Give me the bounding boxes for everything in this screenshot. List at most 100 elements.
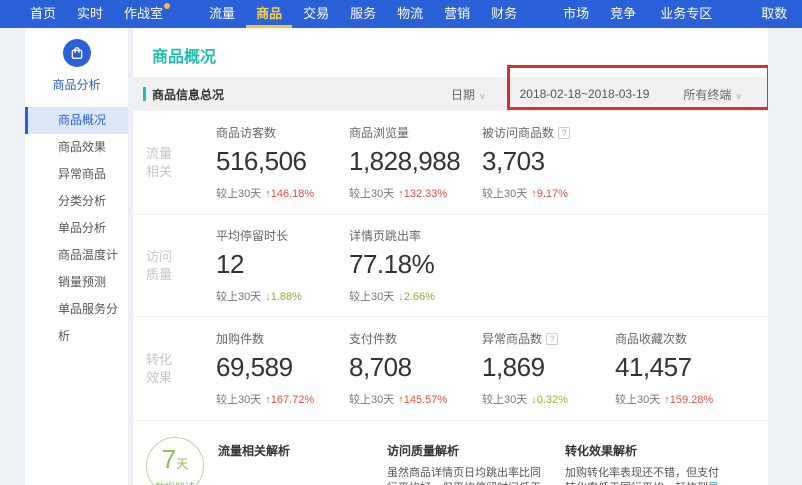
- sidebar-header: 商品分析: [25, 28, 128, 93]
- product-analysis-bag-icon: [63, 39, 91, 67]
- metric-compare: 较上30天↓0.32%: [482, 391, 615, 407]
- main-content: 商品概况 商品信息总况 日期 ∨ 2018-02-18~2018-03-19 所有…: [133, 28, 768, 485]
- metric-abnormal-products: 异常商品数? 1,869 较上30天↓0.32%: [482, 330, 615, 407]
- metric-label: 商品浏览量: [349, 124, 482, 141]
- metric-label: 异常商品数?: [482, 330, 615, 347]
- nav-item-logistics[interactable]: 物流: [397, 0, 423, 28]
- sidebar-menu: 商品概况 商品效果 异常商品 分类分析 单品分析 商品温度计 销量预测 单品服务…: [25, 107, 128, 323]
- chevron-down-icon: ∨: [735, 91, 742, 101]
- insight-conversion: 转化效果解析 加购转化率表现还不错，但支付转化率低于同行平均，赶快到异常商品并结…: [565, 442, 725, 485]
- nav-item-marketing[interactable]: 营销: [444, 0, 470, 28]
- help-icon[interactable]: ?: [558, 127, 570, 139]
- metric-label: 商品访客数: [216, 124, 349, 141]
- nav-item-product-label: 商品: [256, 6, 282, 21]
- badge-number: 7: [162, 444, 176, 474]
- terminal-dropdown[interactable]: 所有终端 ∨: [683, 86, 742, 103]
- sidebar-group-title: 商品分析: [25, 76, 128, 93]
- page: 首页 实时 作战室 流量 商品 交易 服务 物流 营销 财务 市场 竞争 业务专…: [0, 0, 802, 485]
- help-icon[interactable]: ?: [546, 333, 558, 345]
- metric-label: 平均停留时长: [216, 227, 349, 244]
- insight-visit-quality: 访问质量解析 虽然商品详情页日均跳出率比同行平均好，但平均停留时间低于同行平均，…: [387, 442, 547, 485]
- metric-value: 8,708: [349, 352, 482, 383]
- metric-paid-items: 支付件数 8,708 较上30天↑145.57%: [349, 330, 482, 407]
- terminal-label: 所有终端: [683, 88, 731, 102]
- metric-compare: 较上30天↑132.33%: [349, 185, 482, 201]
- sidebar-item-product-overview[interactable]: 商品概况: [25, 107, 128, 134]
- metric-visited-products: 被访问商品数? 3,703 较上30天↑9.17%: [482, 124, 615, 201]
- metric-label: 商品收藏次数: [615, 330, 748, 347]
- insight-title: 流量相关解析: [218, 442, 378, 459]
- metric-compare: 较上30天↓2.66%: [349, 288, 482, 304]
- nav-item-realtime[interactable]: 实时: [77, 0, 103, 28]
- metric-value: 77.18%: [349, 249, 482, 280]
- insight-text: 虽然商品详情页日均跳出率比同行平均好，但平均停留时间低于同行平均，请关注页面搭等…: [387, 466, 547, 485]
- metric-cart-adds: 加购件数 69,589 较上30天↑167.72%: [216, 330, 349, 407]
- date-range-picker[interactable]: 2018-02-18~2018-03-19: [520, 87, 650, 101]
- badge-caption: 数据解读: [147, 479, 203, 485]
- metric-value: 3,703: [482, 146, 615, 177]
- nav-item-war-room[interactable]: 作战室: [124, 0, 163, 28]
- insights-section: 7天 数据解读 流量相关解析 访问质量解析 虽然商品详情页日均跳出率比同行平均好…: [133, 420, 768, 485]
- nav-item-finance[interactable]: 财务: [491, 0, 517, 28]
- nav-item-business-zone[interactable]: 业务专区: [660, 0, 712, 28]
- metric-value: 12: [216, 249, 349, 280]
- metric-product-views: 商品浏览量 1,828,988 较上30天↑132.33%: [349, 124, 482, 201]
- insight-traffic: 流量相关解析: [218, 442, 378, 466]
- metric-label: 加购件数: [216, 330, 349, 347]
- metric-compare: 较上30天↓1.88%: [216, 288, 349, 304]
- metric-product-favorites: 商品收藏次数 41,457 较上30天↑159.28%: [615, 330, 748, 407]
- sidebar-item-single-product-service[interactable]: 单品服务分析: [25, 296, 128, 323]
- date-type-label: 日期: [451, 88, 475, 102]
- badge-unit: 天: [176, 457, 188, 471]
- row-group-label: 访问质量: [146, 248, 216, 284]
- seven-day-badge: 7天 数据解读: [146, 437, 204, 485]
- section-title: 商品信息总况: [152, 86, 224, 103]
- metric-product-visitors: 商品访客数 516,506 较上30天↑146.18%: [216, 124, 349, 201]
- sidebar-item-sales-forecast[interactable]: 销量预测: [25, 269, 128, 296]
- date-type-dropdown[interactable]: 日期 ∨: [451, 86, 486, 103]
- metric-compare: 较上30天↑146.18%: [216, 185, 349, 201]
- nav-item-traffic[interactable]: 流量: [209, 0, 235, 28]
- metric-avg-stay-duration: 平均停留时长 12 较上30天↓1.88%: [216, 227, 349, 304]
- row-group-label: 转化效果: [146, 351, 216, 387]
- sidebar: 商品分析 商品概况 商品效果 异常商品 分类分析 单品分析 商品温度计 销量预测…: [25, 28, 128, 485]
- sidebar-item-single-product-analysis[interactable]: 单品分析: [25, 215, 128, 242]
- nav-item-trade[interactable]: 交易: [303, 0, 329, 28]
- nav-item-product[interactable]: 商品: [256, 0, 282, 28]
- metric-value: 516,506: [216, 146, 349, 177]
- sidebar-item-product-thermometer[interactable]: 商品温度计: [25, 242, 128, 269]
- nav-item-service[interactable]: 服务: [350, 0, 376, 28]
- metric-detail-bounce-rate: 详情页跳出率 77.18% 较上30天↓2.66%: [349, 227, 482, 304]
- metric-compare: 较上30天↑145.57%: [349, 391, 482, 407]
- notification-dot-icon: [164, 3, 170, 9]
- chevron-down-icon: ∨: [479, 91, 486, 101]
- sidebar-item-product-effect[interactable]: 商品效果: [25, 134, 128, 161]
- nav-item-market[interactable]: 市场: [563, 0, 589, 28]
- metric-compare: 较上30天↑159.28%: [615, 391, 748, 407]
- nav-item-data-extract[interactable]: 取数: [761, 0, 787, 28]
- metric-value: 69,589: [216, 352, 349, 383]
- filter-controls: 日期 ∨ 2018-02-18~2018-03-19 所有终端 ∨: [451, 86, 768, 103]
- nav-item-home[interactable]: 首页: [30, 0, 56, 28]
- left-gutter: [0, 28, 25, 485]
- metric-row-visit-quality: 访问质量 平均停留时长 12 较上30天↓1.88% 详情页跳出率 77.18%…: [133, 215, 768, 317]
- page-title: 商品概况: [152, 43, 768, 67]
- nav-item-war-room-label: 作战室: [124, 6, 163, 21]
- top-navigation: 首页 实时 作战室 流量 商品 交易 服务 物流 营销 财务 市场 竞争 业务专…: [0, 0, 802, 28]
- metric-value: 1,828,988: [349, 146, 482, 177]
- sidebar-item-category-analysis[interactable]: 分类分析: [25, 188, 128, 215]
- sidebar-item-abnormal-products[interactable]: 异常商品: [25, 161, 128, 188]
- insight-title: 转化效果解析: [565, 442, 725, 459]
- metric-label: 详情页跳出率: [349, 227, 482, 244]
- metric-compare: 较上30天↑9.17%: [482, 185, 615, 201]
- section-accent-bar: [143, 87, 146, 101]
- metric-label: 被访问商品数?: [482, 124, 615, 141]
- row-group-label: 流量相关: [146, 145, 216, 181]
- nav-item-competition[interactable]: 竞争: [610, 0, 636, 28]
- insight-title: 访问质量解析: [387, 442, 547, 459]
- metric-row-conversion: 转化效果 加购件数 69,589 较上30天↑167.72% 支付件数 8,70…: [133, 317, 768, 420]
- insight-text: 加购转化率表现还不错，但支付转化率低于同行平均，赶快到异常商品并结合使用商品温度…: [565, 466, 725, 485]
- metric-value: 41,457: [615, 352, 748, 383]
- metric-label: 支付件数: [349, 330, 482, 347]
- metric-row-traffic: 流量相关 商品访客数 516,506 较上30天↑146.18% 商品浏览量 1…: [133, 111, 768, 215]
